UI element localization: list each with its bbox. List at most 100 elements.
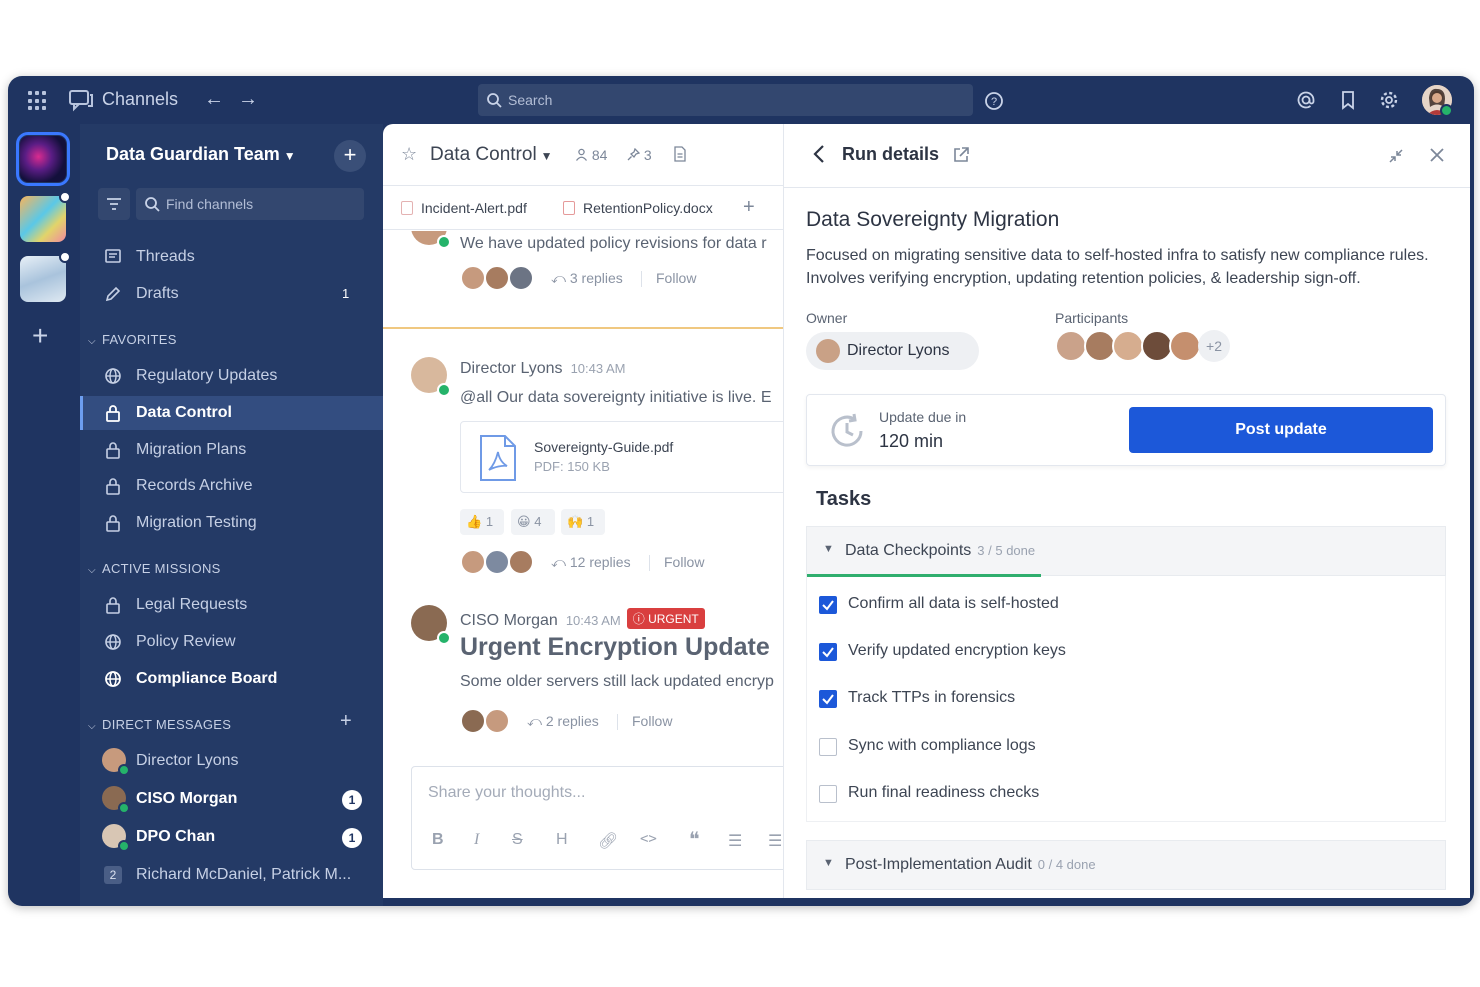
favorites-section-header[interactable]: ⌵ FAVORITES (88, 332, 177, 347)
search-input[interactable] (508, 84, 958, 116)
file-attachment[interactable]: Sovereignty-Guide.pdf PDF: 150 KB (460, 421, 783, 493)
sidebar-item-drafts[interactable]: Drafts 1 (80, 277, 383, 311)
help-icon[interactable]: ? (984, 91, 1004, 111)
task-checkbox[interactable] (819, 596, 837, 614)
team-third[interactable] (20, 251, 71, 302)
document-icon[interactable] (673, 146, 687, 162)
sidebar-item-data-control[interactable]: Data Control (80, 396, 383, 430)
reaction-thumbs-up[interactable]: 👍 1 (460, 509, 504, 535)
search-bar[interactable] (478, 84, 973, 116)
task-checkbox[interactable] (819, 643, 837, 661)
reaction-raised-hands[interactable]: 🙌 1 (561, 509, 605, 535)
participant-avatar[interactable] (1112, 330, 1144, 362)
sidebar-item-label: DPO Chan (136, 828, 216, 845)
threads-icon (105, 249, 121, 263)
dm-item-dpo-chan[interactable]: DPO Chan 1 (80, 820, 383, 854)
author-name: CISO Morgan (460, 612, 558, 629)
chevron-down-icon: ⌵ (88, 336, 96, 347)
external-link-icon[interactable] (952, 146, 970, 164)
replies-link[interactable]: ⤺ 2 replies (527, 713, 599, 730)
find-channels[interactable] (136, 188, 364, 220)
replies-link[interactable]: ⤺ 12 replies (551, 554, 631, 571)
team-second[interactable] (20, 191, 71, 242)
italic-icon[interactable]: I (474, 831, 479, 849)
urgent-badge: ⓘ URGENT (626, 608, 705, 629)
add-dm-plus-icon[interactable]: + (340, 710, 352, 733)
follow-link[interactable]: Follow (632, 713, 672, 729)
dm-item-director-lyons[interactable]: Director Lyons (80, 744, 383, 778)
task-checkbox[interactable] (819, 690, 837, 708)
add-file-plus-icon[interactable]: + (743, 196, 755, 219)
sidebar-item-threads[interactable]: Threads (80, 240, 383, 274)
message-input[interactable] (428, 781, 778, 805)
apps-grid-icon[interactable] (28, 91, 48, 111)
strikethrough-icon[interactable]: S (512, 831, 523, 849)
back-arrow-icon[interactable]: ← (204, 88, 224, 111)
active-missions-section-header[interactable]: ⌵ ACTIVE MISSIONS (88, 561, 221, 576)
channel-name-dropdown[interactable]: Data Control ▼ (430, 144, 553, 166)
close-icon[interactable] (1430, 148, 1444, 162)
sidebar-item-regulatory-updates[interactable]: Regulatory Updates (80, 359, 383, 393)
sidebar-item-compliance-board[interactable]: Compliance Board (80, 662, 383, 696)
message-composer[interactable]: B I S H 🔗︎ <> ❝ ☰ ☰ (411, 766, 783, 870)
task-group-data-checkpoints[interactable]: ▼ Data Checkpoints 3 / 5 done (806, 526, 1446, 577)
reply-arrow-icon: ⤺ (527, 713, 546, 729)
code-icon[interactable]: <> (640, 831, 657, 847)
team-switcher: + (8, 124, 80, 906)
sidebar-item-records-archive[interactable]: Records Archive (80, 469, 383, 503)
follow-link[interactable]: Follow (656, 270, 696, 286)
attachment-name: Sovereignty-Guide.pdf (534, 439, 674, 455)
mentions-icon[interactable] (1296, 90, 1316, 110)
reaction-count: 4 (534, 514, 542, 529)
reply-avatar (484, 708, 510, 734)
bulleted-list-icon[interactable]: ☰ (728, 831, 742, 851)
chevron-down-icon: ⌵ (88, 565, 96, 576)
link-icon[interactable]: 🔗︎ (598, 831, 618, 851)
filter-button[interactable] (98, 188, 130, 220)
chevron-down-icon: ▼ (540, 149, 553, 163)
member-count[interactable]: 84 (575, 147, 607, 163)
sidebar-item-migration-testing[interactable]: Migration Testing (80, 506, 383, 540)
bookmark-icon[interactable] (1339, 90, 1357, 110)
dm-item-group[interactable]: 2 Richard McDaniel, Patrick M... (80, 858, 383, 892)
collapse-icon[interactable] (1388, 148, 1404, 164)
svg-text:?: ? (991, 96, 997, 108)
team-data-guardian[interactable] (16, 132, 70, 186)
update-due-label: Update due in (879, 409, 967, 425)
owner-chip[interactable]: Director Lyons (806, 332, 979, 370)
direct-messages-section-header[interactable]: ⌵ DIRECT MESSAGES (88, 717, 231, 732)
numbered-list-icon[interactable]: ☰ (768, 831, 782, 851)
reaction-grin[interactable]: 😀 4 (511, 509, 555, 535)
task-checkbox[interactable] (819, 738, 837, 756)
add-team-plus-icon[interactable]: + (32, 322, 48, 350)
participant-avatar[interactable] (1055, 330, 1087, 362)
follow-link[interactable]: Follow (664, 554, 704, 570)
quote-icon[interactable]: ❝ (689, 827, 700, 852)
pinned-count[interactable]: 3 (627, 147, 652, 163)
file-tab-retention-policy[interactable]: RetentionPolicy.docx (563, 200, 713, 216)
message-author: Director Lyons 10:43 AM (460, 360, 626, 378)
message-text: We have updated policy revisions for dat… (460, 235, 767, 252)
task-group-name: Data Checkpoints (845, 542, 972, 559)
forward-arrow-icon[interactable]: → (238, 88, 258, 111)
sidebar-item-migration-plans[interactable]: Migration Plans (80, 433, 383, 467)
new-channel-button[interactable]: + (334, 140, 366, 172)
bold-icon[interactable]: B (432, 831, 444, 849)
sidebar-item-policy-review[interactable]: Policy Review (80, 625, 383, 659)
post-update-button[interactable]: Post update (1129, 407, 1433, 453)
sidebar-item-legal-requests[interactable]: Legal Requests (80, 588, 383, 622)
find-channels-input[interactable] (166, 188, 356, 220)
file-tab-incident-alert[interactable]: Incident-Alert.pdf (401, 200, 527, 216)
heading-icon[interactable]: H (556, 831, 568, 849)
team-name-dropdown[interactable]: Data Guardian Team ▼ (106, 144, 296, 165)
participant-avatar[interactable] (1169, 330, 1201, 362)
star-icon[interactable]: ☆ (401, 144, 417, 165)
lock-icon (106, 442, 120, 459)
more-participants[interactable]: +2 (1198, 330, 1230, 362)
settings-gear-icon[interactable] (1379, 90, 1399, 110)
chevron-left-icon[interactable] (812, 144, 826, 164)
dm-item-ciso-morgan[interactable]: CISO Morgan 1 (80, 782, 383, 816)
task-group-post-implementation-audit[interactable]: ▼ Post-Implementation Audit 0 / 4 done (806, 840, 1446, 890)
task-checkbox[interactable] (819, 785, 837, 803)
replies-link[interactable]: ⤺ 3 replies (551, 270, 623, 287)
